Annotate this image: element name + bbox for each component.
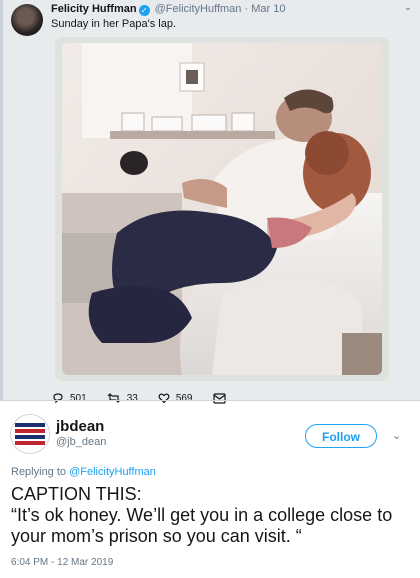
- retweet-count: 33: [126, 392, 138, 404]
- chevron-down-icon[interactable]: ⌄: [392, 429, 401, 442]
- embedded-tweet: Felicity Huffman ✓ @FelicityHuffman · Mar…: [0, 0, 420, 404]
- chevron-down-icon[interactable]: ⌄: [404, 2, 412, 13]
- mention-link[interactable]: @FelicityHuffman: [69, 466, 156, 478]
- engagement-bar: 501 33 569: [52, 390, 252, 406]
- retweet-action[interactable]: 33: [107, 392, 138, 404]
- like-count: 569: [175, 392, 193, 404]
- tweet-header: Felicity Huffman ✓ @FelicityHuffman · Mar…: [51, 3, 285, 16]
- replying-prefix: Replying to: [11, 466, 67, 478]
- message-icon: [212, 392, 226, 404]
- tweet-date[interactable]: Mar 10: [251, 3, 285, 15]
- author-handle[interactable]: @jb_dean: [56, 436, 106, 448]
- replying-to: Replying to @FelicityHuffman: [11, 466, 156, 478]
- like-action[interactable]: 569: [158, 392, 193, 404]
- avatar[interactable]: [10, 414, 50, 454]
- reply-action[interactable]: 501: [52, 392, 87, 404]
- timestamp[interactable]: 6:04 PM - 12 Mar 2019: [11, 557, 113, 568]
- caption-line-2: “It’s ok honey. We’ll get you in a colle…: [11, 505, 393, 546]
- follow-button[interactable]: Follow: [305, 424, 377, 448]
- tweet-text: CAPTION THIS: “It’s ok honey. We’ll get …: [11, 484, 411, 547]
- author-name[interactable]: jbdean: [56, 418, 104, 435]
- reply-icon: [53, 393, 63, 404]
- avatar[interactable]: [11, 4, 43, 36]
- avatar-badge-illustration: [11, 415, 49, 453]
- reply-count: 501: [70, 392, 87, 404]
- author-name[interactable]: Felicity Huffman: [51, 3, 137, 15]
- tweet-text: Sunday in her Papa's lap.: [51, 18, 177, 30]
- tweet-photo-frame: [52, 34, 392, 384]
- divider: [0, 400, 420, 401]
- photo-illustration: [62, 43, 382, 375]
- caption-line-1: CAPTION THIS:: [11, 484, 142, 504]
- thread-line: [0, 0, 3, 400]
- tweet-photo[interactable]: [62, 43, 382, 375]
- retweet-icon: [107, 393, 121, 403]
- message-action[interactable]: [212, 392, 232, 404]
- like-icon: [158, 393, 170, 404]
- separator: ·: [244, 3, 249, 15]
- author-handle[interactable]: @FelicityHuffman: [155, 3, 242, 15]
- verified-icon: ✓: [138, 5, 150, 16]
